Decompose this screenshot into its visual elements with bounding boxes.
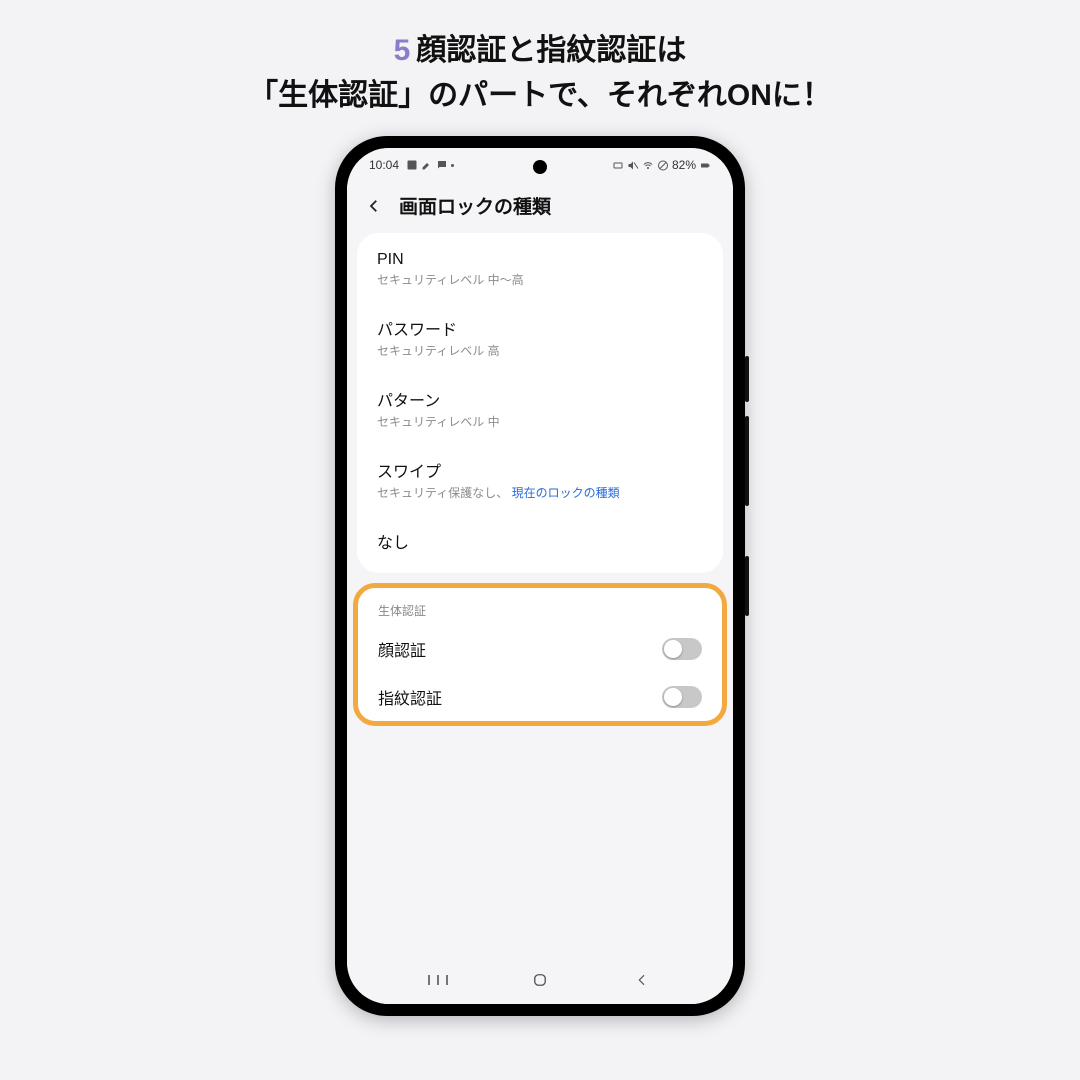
edit-icon — [421, 159, 433, 171]
more-dot-icon — [451, 164, 454, 167]
lock-option-pattern[interactable]: パターン セキュリティレベル 中 — [357, 373, 723, 444]
phone-side-button — [745, 356, 749, 402]
chevron-left-icon — [634, 972, 650, 988]
status-left: 10:04 — [369, 158, 454, 172]
sub-prefix: セキュリティ保護なし、 — [377, 486, 512, 500]
battery-percent: 82% — [672, 158, 696, 172]
instruction-caption: 5顔認証と指紋認証は 「生体認証」のパートで、それぞれONに！ — [0, 0, 1080, 118]
row-title: 顔認証 — [378, 637, 426, 661]
row-subtitle: セキュリティ保護なし、 現在のロックの種類 — [377, 484, 703, 501]
status-right: 82% — [612, 158, 711, 172]
home-icon — [531, 971, 549, 989]
current-lock-label: 現在のロックの種類 — [512, 486, 620, 500]
row-title: 指紋認証 — [378, 685, 442, 709]
row-title: パターン — [377, 387, 703, 411]
nav-back-button[interactable] — [622, 970, 662, 990]
phone-frame: 10:04 — [335, 136, 745, 1016]
battery-icon — [699, 159, 711, 171]
caption-line-2: 「生体認証」のパートで、それぞれONに！ — [0, 73, 1080, 118]
no-sim-icon — [657, 159, 669, 171]
row-title: パスワード — [377, 316, 703, 340]
nav-recents-button[interactable] — [418, 970, 458, 990]
lock-type-card: PIN セキュリティレベル 中～高 パスワード セキュリティレベル 高 パターン… — [357, 233, 723, 573]
biometric-face-row[interactable]: 顔認証 — [358, 625, 722, 673]
biometric-fingerprint-row[interactable]: 指紋認証 — [358, 673, 722, 721]
message-icon — [436, 159, 448, 171]
lock-option-swipe[interactable]: スワイプ セキュリティ保護なし、 現在のロックの種類 — [357, 444, 723, 515]
row-title: スワイプ — [377, 458, 703, 482]
row-subtitle: セキュリティレベル 中～高 — [377, 271, 703, 288]
lock-option-password[interactable]: パスワード セキュリティレベル 高 — [357, 302, 723, 373]
row-subtitle: セキュリティレベル 高 — [377, 342, 703, 359]
image-icon — [406, 159, 418, 171]
lock-option-none[interactable]: なし — [357, 515, 723, 569]
lock-option-pin[interactable]: PIN セキュリティレベル 中～高 — [357, 237, 723, 302]
row-title: PIN — [377, 251, 703, 269]
row-subtitle: セキュリティレベル 中 — [377, 413, 703, 430]
content-area: PIN セキュリティレベル 中～高 パスワード セキュリティレベル 高 パターン… — [347, 233, 733, 956]
system-nav-bar — [347, 956, 733, 1004]
phone-side-button — [745, 556, 749, 616]
phone-side-button — [745, 416, 749, 506]
biometrics-highlight: 生体認証 顔認証 指紋認証 — [353, 583, 727, 726]
page-header: 画面ロックの種類 — [347, 176, 733, 233]
fingerprint-toggle[interactable] — [662, 686, 702, 708]
phone-screen: 10:04 — [347, 148, 733, 1004]
camera-hole — [533, 160, 547, 174]
recents-icon — [427, 973, 449, 987]
biometrics-section-label: 生体認証 — [358, 588, 722, 625]
back-button[interactable] — [363, 195, 385, 217]
wifi-icon — [642, 159, 654, 171]
row-title: なし — [377, 529, 703, 553]
status-time: 10:04 — [369, 158, 399, 172]
nav-home-button[interactable] — [520, 970, 560, 990]
mute-icon — [627, 159, 639, 171]
card-icon — [612, 159, 624, 171]
chevron-left-icon — [365, 197, 383, 215]
step-number: 5 — [394, 34, 411, 67]
caption-line-1: 顔認証と指紋認証は — [416, 34, 686, 67]
page-title: 画面ロックの種類 — [399, 192, 551, 219]
face-toggle[interactable] — [662, 638, 702, 660]
